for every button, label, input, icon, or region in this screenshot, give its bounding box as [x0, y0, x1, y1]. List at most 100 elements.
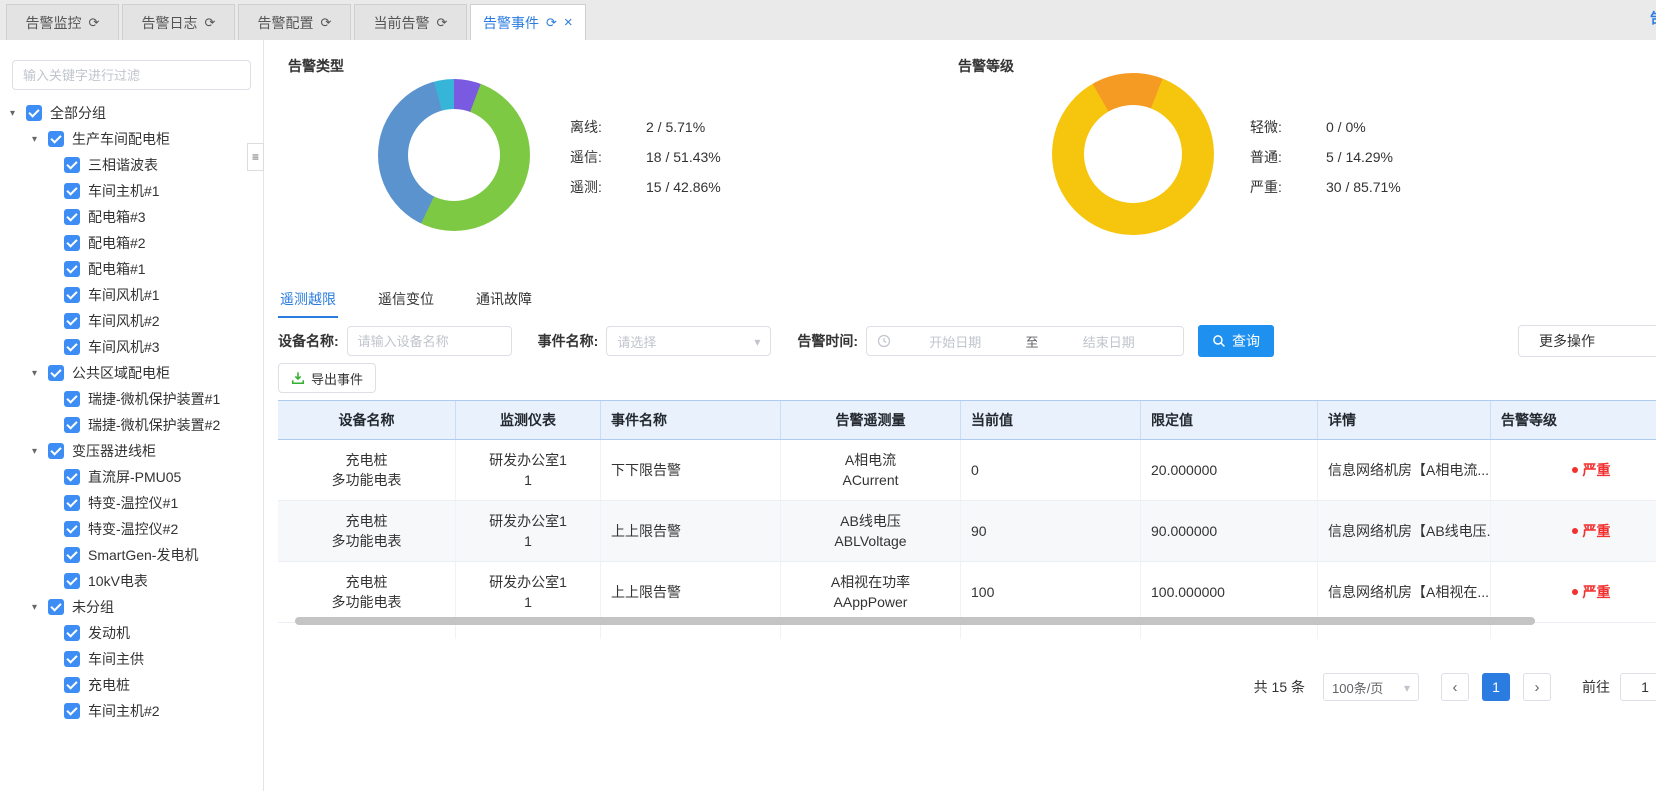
- tree-item[interactable]: 特变-温控仪#2: [0, 516, 263, 542]
- tree-item[interactable]: 特变-温控仪#1: [0, 490, 263, 516]
- tree-item[interactable]: SmartGen-发电机: [0, 542, 263, 568]
- col-event-name[interactable]: 事件名称: [601, 401, 781, 439]
- table-row[interactable]: 充电桩多功能电表 研发办公室11 下下限告警 A相电流ACurrent 0: [278, 440, 1656, 501]
- tree-item[interactable]: 车间主机#2: [0, 698, 263, 724]
- tree-item[interactable]: 三相谐波表: [0, 152, 263, 178]
- col-device-name[interactable]: 设备名称: [278, 401, 456, 439]
- refresh-icon[interactable]: [546, 14, 557, 31]
- end-date-placeholder[interactable]: 结束日期: [1045, 332, 1174, 351]
- checkbox-checked[interactable]: [64, 677, 80, 693]
- tree-item[interactable]: 车间风机#1: [0, 282, 263, 308]
- checkbox-checked[interactable]: [64, 417, 80, 433]
- start-date-placeholder[interactable]: 开始日期: [891, 332, 1020, 351]
- date-range-picker[interactable]: 开始日期 至 结束日期: [866, 326, 1184, 356]
- checkbox-checked[interactable]: [26, 105, 42, 121]
- tree-item[interactable]: 瑞捷-微机保护装置#2: [0, 412, 263, 438]
- tree-item-label: 未分组: [72, 597, 114, 617]
- tab-telemetry-limit[interactable]: 遥测越限: [278, 283, 338, 318]
- caret-down-icon[interactable]: [32, 446, 48, 457]
- goto-page-input[interactable]: [1620, 673, 1656, 701]
- checkbox-checked[interactable]: [64, 651, 80, 667]
- legend-label: 普通:: [1250, 147, 1326, 167]
- current-page-button[interactable]: 1: [1482, 673, 1510, 701]
- tree-item[interactable]: 变压器进线柜: [0, 438, 263, 464]
- checkbox-checked[interactable]: [64, 495, 80, 511]
- export-events-button[interactable]: 导出事件: [278, 363, 376, 393]
- checkbox-checked[interactable]: [64, 287, 80, 303]
- tree-item[interactable]: 充电桩: [0, 672, 263, 698]
- device-name-input[interactable]: [347, 326, 512, 356]
- caret-down-icon[interactable]: [32, 602, 48, 613]
- tree-filter-input[interactable]: [12, 60, 251, 90]
- table-row[interactable]: 充电桩多功能电表 研发办公室11 上上限告警 AB线电压ABLVoltage 9…: [278, 501, 1656, 562]
- close-icon[interactable]: [564, 14, 573, 31]
- col-limit-value[interactable]: 限定值: [1141, 401, 1318, 439]
- tree-item[interactable]: 车间风机#3: [0, 334, 263, 360]
- refresh-icon[interactable]: [89, 14, 100, 31]
- table-row-partial[interactable]: 充电桩 研发办公室1: [278, 623, 1656, 639]
- checkbox-checked[interactable]: [64, 209, 80, 225]
- horizontal-scrollbar[interactable]: [295, 617, 1535, 625]
- checkbox-checked[interactable]: [64, 313, 80, 329]
- prev-page-button[interactable]: [1441, 673, 1469, 701]
- checkbox-checked[interactable]: [64, 261, 80, 277]
- tree-item[interactable]: 10kV电表: [0, 568, 263, 594]
- cell-alarm-level: 严重: [1491, 501, 1656, 561]
- tree-item[interactable]: 车间主供: [0, 646, 263, 672]
- checkbox-checked[interactable]: [64, 391, 80, 407]
- checkbox-checked[interactable]: [64, 573, 80, 589]
- refresh-icon[interactable]: [437, 14, 448, 31]
- sidebar-collapse-handle[interactable]: [247, 143, 264, 171]
- more-actions-button[interactable]: 更多操作: [1518, 325, 1656, 357]
- event-name-select[interactable]: 请选择: [606, 326, 771, 356]
- tree-item[interactable]: 瑞捷-微机保护装置#1: [0, 386, 263, 412]
- col-alarm-level[interactable]: 告警等级: [1491, 401, 1656, 439]
- tree-item[interactable]: 车间风机#2: [0, 308, 263, 334]
- checkbox-checked[interactable]: [64, 183, 80, 199]
- checkbox-checked[interactable]: [48, 443, 64, 459]
- col-detail[interactable]: 详情: [1318, 401, 1491, 439]
- tree-item[interactable]: 公共区域配电柜: [0, 360, 263, 386]
- col-current-value[interactable]: 当前值: [961, 401, 1141, 439]
- device-name-label: 设备名称:: [278, 331, 339, 351]
- tree-item[interactable]: 全部分组: [0, 100, 263, 126]
- refresh-icon[interactable]: [321, 14, 332, 31]
- tab-telesignal-change[interactable]: 遥信变位: [376, 283, 436, 318]
- page-size-select[interactable]: 100条/页: [1323, 673, 1419, 701]
- tab-comm-fault[interactable]: 通讯故障: [474, 283, 534, 318]
- caret-down-icon[interactable]: [10, 108, 26, 119]
- query-button[interactable]: 查询: [1198, 325, 1274, 357]
- next-page-button[interactable]: [1523, 673, 1551, 701]
- checkbox-checked[interactable]: [64, 547, 80, 563]
- tab-alarm-config[interactable]: 告警配置: [238, 4, 351, 40]
- tree-item[interactable]: 未分组: [0, 594, 263, 620]
- tab-alarm-event[interactable]: 告警事件: [470, 4, 586, 40]
- checkbox-checked[interactable]: [64, 703, 80, 719]
- tree-item[interactable]: 直流屏-PMU05: [0, 464, 263, 490]
- refresh-icon[interactable]: [205, 14, 216, 31]
- checkbox-checked[interactable]: [64, 157, 80, 173]
- checkbox-checked[interactable]: [48, 599, 64, 615]
- tab-alarm-monitor[interactable]: 告警监控: [6, 4, 119, 40]
- tree-item[interactable]: 配电箱#2: [0, 230, 263, 256]
- col-telemetry-qty[interactable]: 告警遥测量: [781, 401, 961, 439]
- checkbox-checked[interactable]: [64, 339, 80, 355]
- tree-item[interactable]: 配电箱#1: [0, 256, 263, 282]
- checkbox-checked[interactable]: [64, 235, 80, 251]
- caret-down-icon[interactable]: [32, 134, 48, 145]
- tree-item[interactable]: 配电箱#3: [0, 204, 263, 230]
- checkbox-checked[interactable]: [64, 625, 80, 641]
- checkbox-checked[interactable]: [64, 521, 80, 537]
- col-meter[interactable]: 监测仪表: [456, 401, 601, 439]
- legend-value: 2 / 5.71%: [646, 119, 705, 135]
- checkbox-checked[interactable]: [64, 469, 80, 485]
- caret-down-icon[interactable]: [32, 368, 48, 379]
- checkbox-checked[interactable]: [48, 131, 64, 147]
- tab-alarm-log[interactable]: 告警日志: [122, 4, 235, 40]
- checkbox-checked[interactable]: [48, 365, 64, 381]
- tree-item[interactable]: 车间主机#1: [0, 178, 263, 204]
- table-row[interactable]: 充电桩多功能电表 研发办公室11 上上限告警 A相视在功率AAppPower 1…: [278, 562, 1656, 623]
- tree-item[interactable]: 生产车间配电柜: [0, 126, 263, 152]
- tab-current-alarm[interactable]: 当前告警: [354, 4, 467, 40]
- tree-item[interactable]: 发动机: [0, 620, 263, 646]
